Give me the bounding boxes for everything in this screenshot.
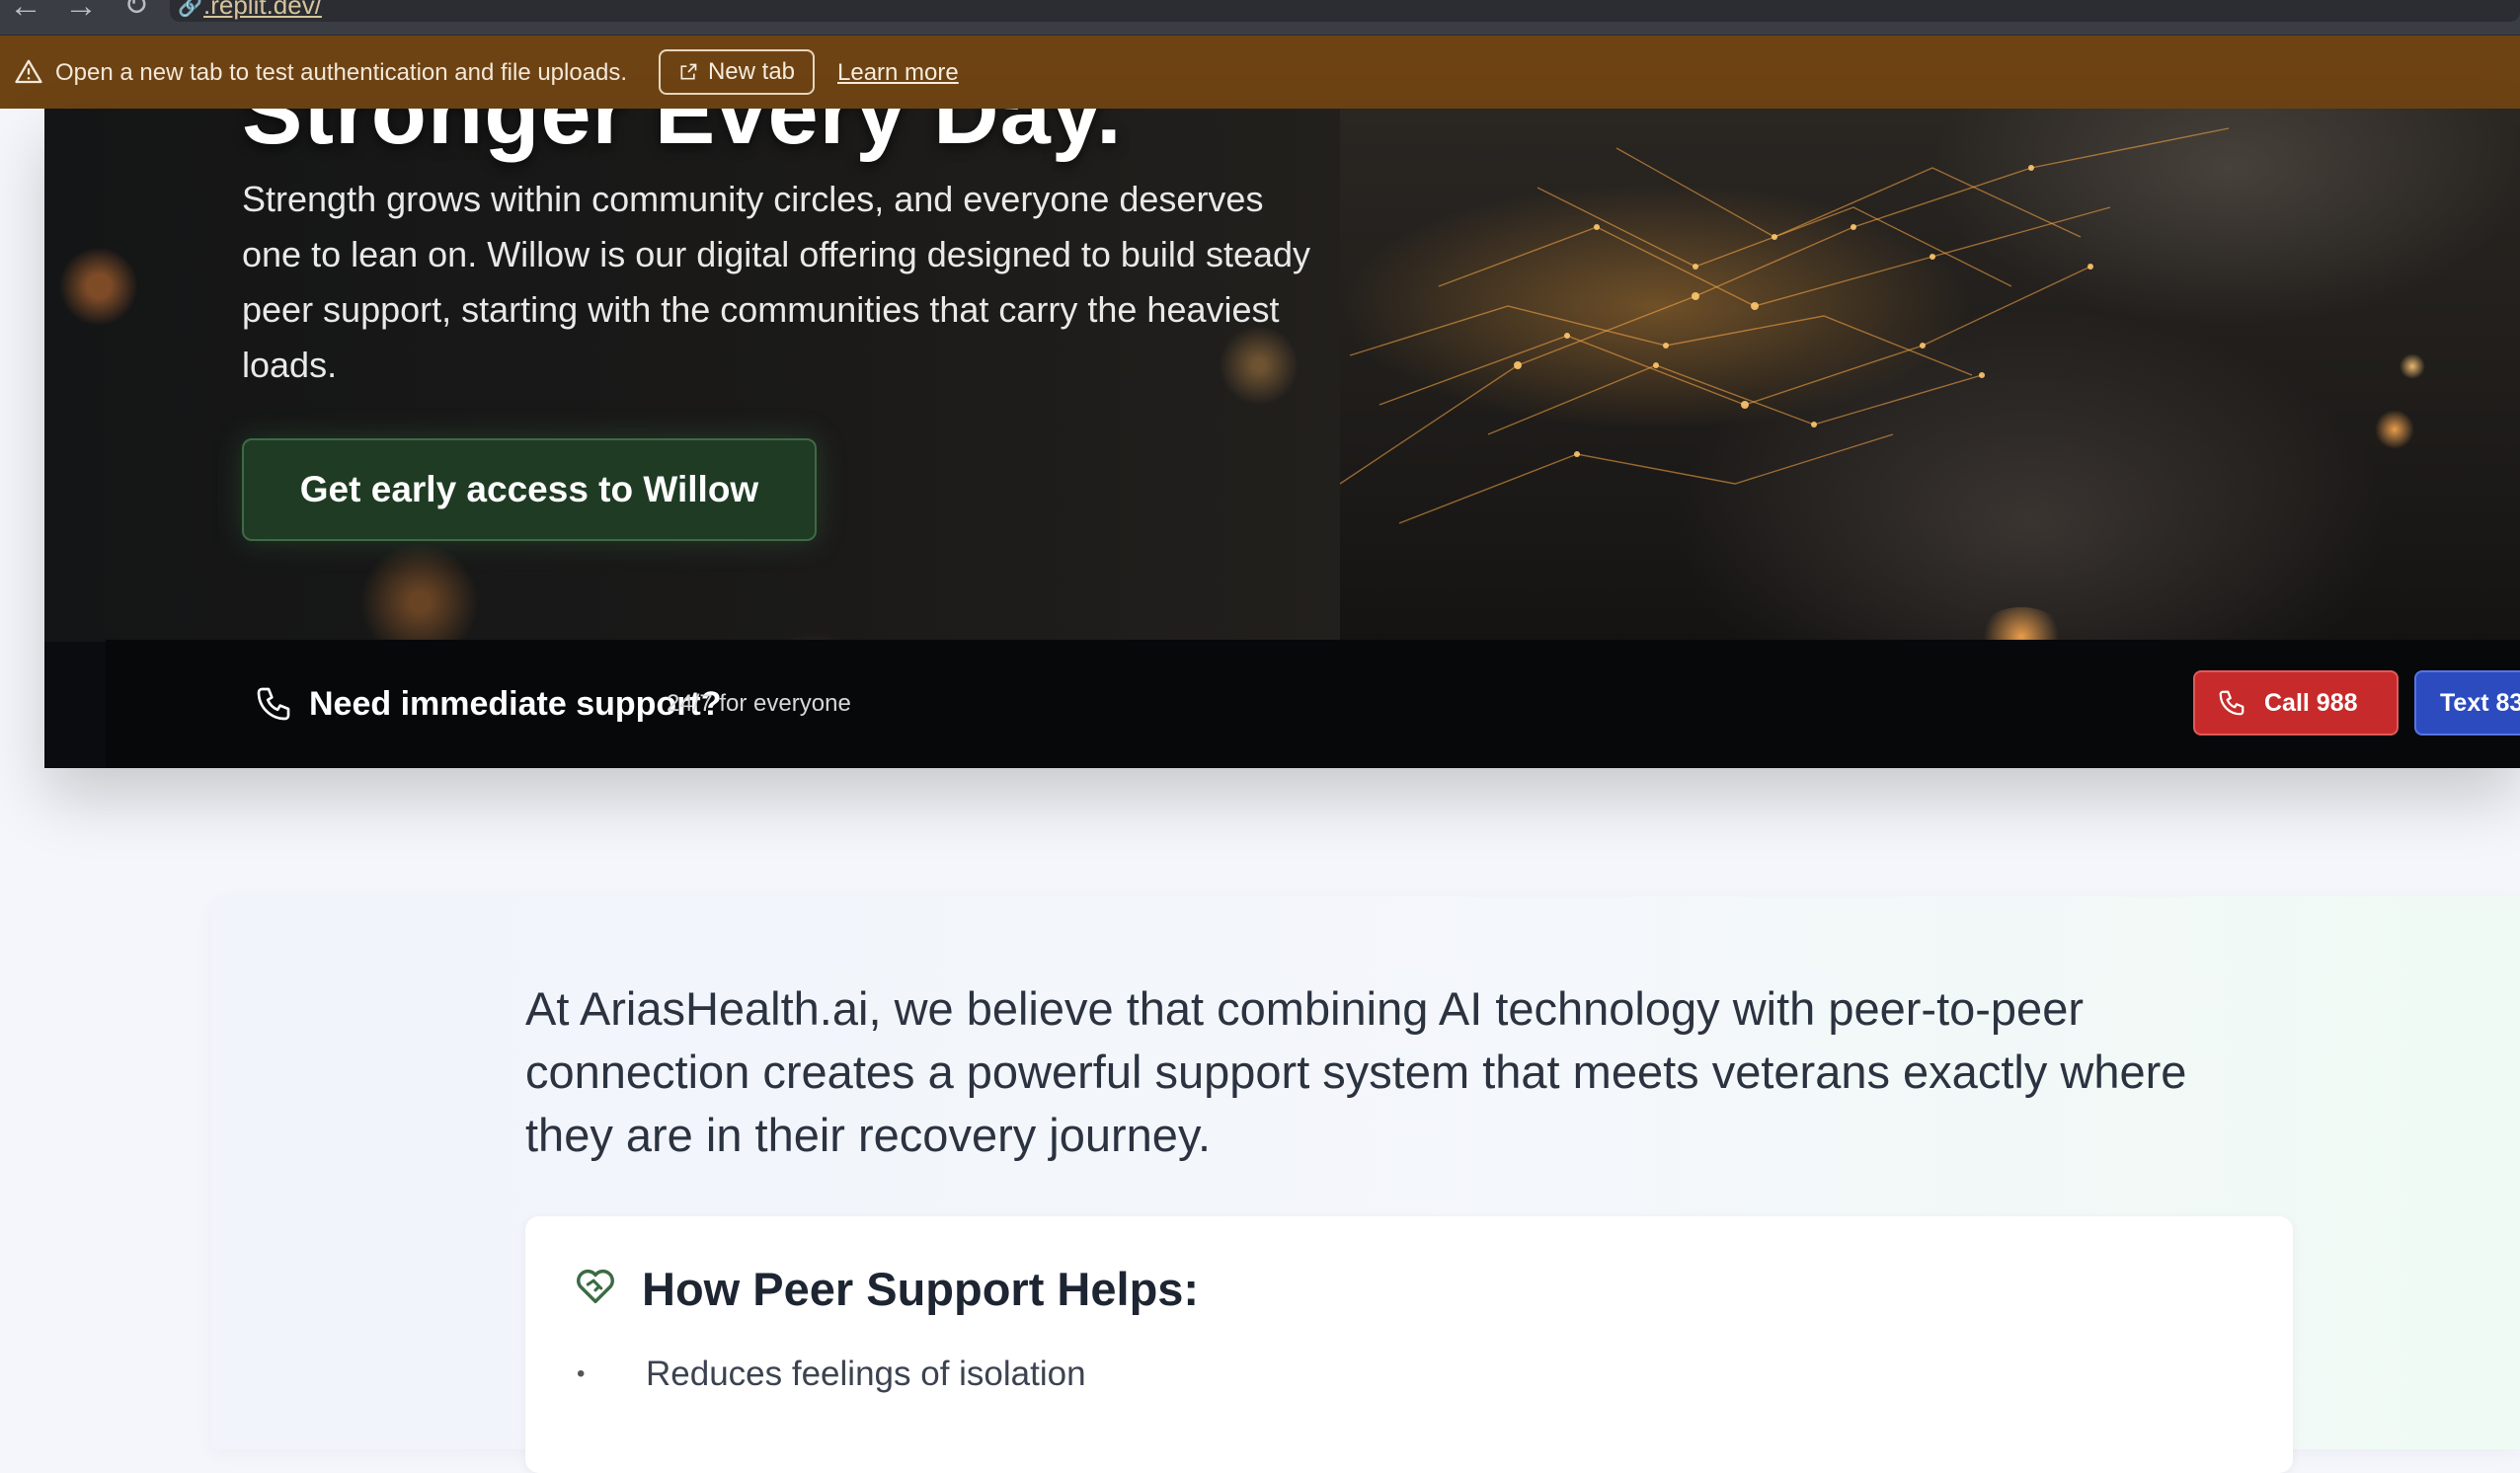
crisis-support-bar: Need immediate support? 24/7 for everyon… (106, 640, 2520, 768)
phone-icon (257, 687, 290, 721)
mission-statement: At AriasHealth.ai, we believe that combi… (525, 982, 2187, 1161)
helps-heading: How Peer Support Helps: (642, 1263, 1200, 1315)
back-arrow-icon[interactable]: ← (6, 0, 45, 28)
hero-section: Stronger Every Day. Strength grows withi… (44, 109, 2520, 768)
address-bar[interactable] (170, 0, 2520, 22)
new-tab-label: New tab (707, 58, 796, 85)
hero-image (1340, 109, 2520, 642)
hero-description: Strength grows within community circles,… (242, 179, 1311, 385)
mission-section: At AriasHealth.ai, we believe that combi… (211, 896, 2520, 1473)
early-access-button[interactable]: Get early access to Willow (242, 438, 817, 541)
bokeh-light (2400, 353, 2425, 379)
url-text[interactable]: .replit.dev/ (203, 0, 322, 21)
dev-warning-banner: Open a new tab to test authentication an… (0, 36, 2520, 109)
forward-arrow-icon[interactable]: → (61, 0, 101, 28)
peer-support-card: How Peer Support Helps: • Reduces feelin… (525, 1216, 2293, 1473)
bullet: • (577, 1360, 586, 1387)
call-988-button[interactable]: Call 988 (2193, 670, 2399, 736)
bokeh-light (2375, 410, 2414, 449)
text-crisis-button[interactable]: Text 838255 (2414, 670, 2520, 736)
link-icon: 🔗 (178, 0, 202, 18)
phone-icon (2219, 690, 2244, 716)
banner-message: Open a new tab to test authentication an… (55, 59, 628, 86)
warning-icon (15, 59, 42, 84)
hero-title: Stronger Every Day. (242, 109, 1123, 163)
list-item: • Reduces feelings of isolation (577, 1355, 1086, 1394)
heart-handshake-icon (577, 1270, 614, 1304)
browser-toolbar: ← → ↻ 🔗 .replit.dev/ (0, 0, 2520, 36)
external-link-icon (680, 63, 697, 80)
learn-more-link[interactable]: Learn more (837, 59, 959, 87)
support-question: Need immediate support? (309, 685, 722, 723)
list-item-text: Reduces feelings of isolation (646, 1355, 1086, 1393)
new-tab-button[interactable]: New tab (659, 49, 815, 95)
call-label: Call 988 (2264, 688, 2358, 717)
support-subtitle: 24/7 for everyone (667, 690, 851, 717)
reload-icon[interactable]: ↻ (117, 0, 156, 28)
network-lights-graphic (1340, 127, 2230, 524)
